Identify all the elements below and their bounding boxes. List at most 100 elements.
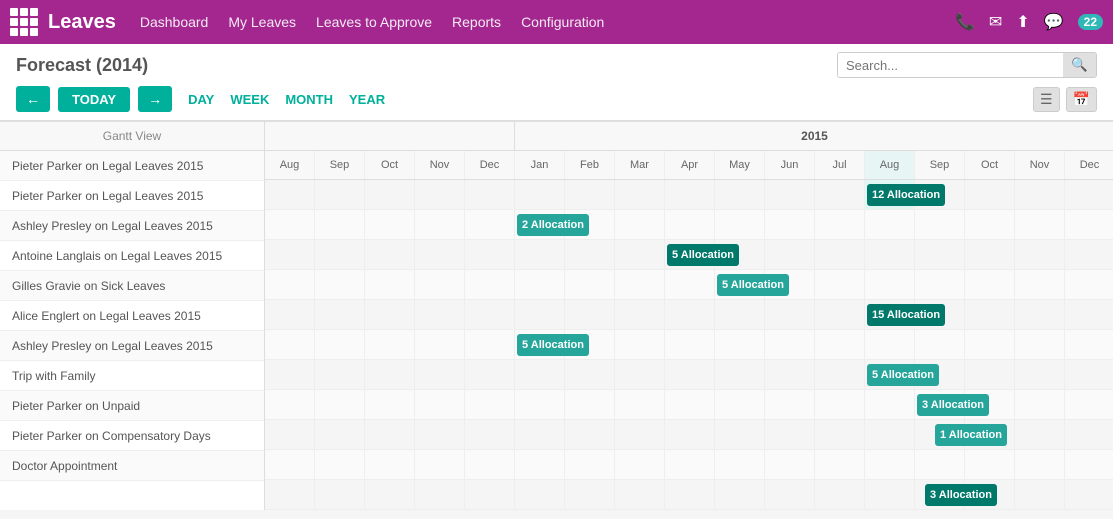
month-nov: Nov — [1015, 151, 1065, 179]
allocation-chip-1[interactable]: 2 Allocation — [517, 214, 589, 236]
prev-button[interactable]: ← — [16, 86, 50, 112]
month-dec: Dec — [1065, 151, 1113, 179]
subheader-top: Forecast (2014) 🔍 — [16, 52, 1097, 86]
calendar-view-button[interactable]: 📅 — [1066, 87, 1097, 112]
view-icons: ☰ 📅 — [1033, 87, 1097, 112]
gantt-wrapper: Gantt View Pieter Parker on Legal Leaves… — [0, 121, 1113, 510]
main-content: Gantt View Pieter Parker on Legal Leaves… — [0, 121, 1113, 510]
view-week[interactable]: WEEK — [230, 90, 269, 109]
navbar: Leaves Dashboard My Leaves Leaves to App… — [0, 0, 1113, 44]
navbar-actions: 📞 ✉ ⬆ 💬 22 — [955, 12, 1103, 32]
row-label-2: Ashley Presley on Legal Leaves 2015 — [12, 219, 213, 233]
gantt-data-row-10: 3 Allocation — [265, 480, 1113, 510]
month-aug: Aug — [865, 151, 915, 179]
app-logo: Leaves — [48, 11, 116, 34]
allocation-chip-0[interactable]: 12 Allocation — [867, 184, 945, 206]
allocation-chip-8[interactable]: 1 Allocation — [935, 424, 1007, 446]
gantt-row: Ashley Presley on Legal Leaves 2015 — [0, 211, 264, 241]
nav-dashboard[interactable]: Dashboard — [140, 14, 209, 30]
row-label-6: Ashley Presley on Legal Leaves 2015 — [12, 339, 213, 353]
next-button[interactable]: → — [138, 86, 172, 112]
row-label-10: Doctor Appointment — [12, 459, 117, 473]
month-aug-prev: Aug — [265, 151, 315, 179]
phone-icon[interactable]: 📞 — [955, 12, 975, 32]
search-button[interactable]: 🔍 — [1063, 53, 1096, 77]
gantt-row: Alice Englert on Legal Leaves 2015 — [0, 301, 264, 331]
allocation-chip-2[interactable]: 5 Allocation — [667, 244, 739, 266]
month-apr: Apr — [665, 151, 715, 179]
month-jul: Jul — [815, 151, 865, 179]
view-year[interactable]: YEAR — [349, 90, 385, 109]
allocation-chip-3[interactable]: 5 Allocation — [717, 274, 789, 296]
month-jun: Jun — [765, 151, 815, 179]
gantt-view-label: Gantt View — [0, 121, 264, 151]
month-oct: Oct — [965, 151, 1015, 179]
month-oct-prev: Oct — [365, 151, 415, 179]
row-label-8: Pieter Parker on Unpaid — [12, 399, 140, 413]
gantt-data-row-1: 2 Allocation — [265, 210, 1113, 240]
view-month[interactable]: MONTH — [285, 90, 333, 109]
gantt-row: Antoine Langlais on Legal Leaves 2015 — [0, 241, 264, 271]
row-label-0: Pieter Parker on Legal Leaves 2015 — [12, 159, 203, 173]
nav-leaves-to-approve[interactable]: Leaves to Approve — [316, 14, 432, 30]
allocation-chip-7[interactable]: 3 Allocation — [917, 394, 989, 416]
gantt-data-row-8: 1 Allocation — [265, 420, 1113, 450]
row-label-7: Trip with Family — [12, 369, 96, 383]
month-sep-prev: Sep — [315, 151, 365, 179]
gantt-data-row-6: 5 Allocation — [265, 360, 1113, 390]
row-label-1: Pieter Parker on Legal Leaves 2015 — [12, 189, 203, 203]
gantt-row: Pieter Parker on Legal Leaves 2015 — [0, 151, 264, 181]
search-input[interactable] — [838, 54, 1063, 77]
view-buttons: DAY WEEK MONTH YEAR — [188, 90, 385, 109]
allocation-chip-10[interactable]: 3 Allocation — [925, 484, 997, 506]
gantt-row: Pieter Parker on Unpaid — [0, 391, 264, 421]
month-may: May — [715, 151, 765, 179]
search-box: 🔍 — [837, 52, 1097, 78]
gantt-row: Pieter Parker on Compensatory Days — [0, 421, 264, 451]
row-label-9: Pieter Parker on Compensatory Days — [12, 429, 211, 443]
row-label-3: Antoine Langlais on Legal Leaves 2015 — [12, 249, 222, 263]
allocation-chip-5[interactable]: 5 Allocation — [517, 334, 589, 356]
month-feb: Feb — [565, 151, 615, 179]
month-mar: Mar — [615, 151, 665, 179]
gantt-data-row-9 — [265, 450, 1113, 480]
gantt-data-row-7: 3 Allocation — [265, 390, 1113, 420]
main-nav: Dashboard My Leaves Leaves to Approve Re… — [140, 14, 955, 30]
gantt-row: Ashley Presley on Legal Leaves 2015 — [0, 331, 264, 361]
gantt-row: Pieter Parker on Legal Leaves 2015 — [0, 181, 264, 211]
mail-icon[interactable]: ✉ — [989, 12, 1002, 32]
nav-configuration[interactable]: Configuration — [521, 14, 604, 30]
calendar-controls: ← TODAY → DAY WEEK MONTH YEAR ☰ 📅 — [16, 86, 1097, 120]
gantt-data-row-5: 5 Allocation — [265, 330, 1113, 360]
month-nov-prev: Nov — [415, 151, 465, 179]
allocation-chip-6[interactable]: 5 Allocation — [867, 364, 939, 386]
subheader: Forecast (2014) 🔍 ← TODAY → DAY WEEK MON… — [0, 44, 1113, 121]
page-title: Forecast (2014) — [16, 55, 148, 76]
gantt-data-row-3: 5 Allocation — [265, 270, 1113, 300]
gantt-left: Gantt View Pieter Parker on Legal Leaves… — [0, 121, 265, 510]
login-icon[interactable]: ⬆ — [1016, 12, 1029, 32]
nav-reports[interactable]: Reports — [452, 14, 501, 30]
list-view-button[interactable]: ☰ — [1033, 87, 1060, 112]
gantt-data-row-2: 5 Allocation — [265, 240, 1113, 270]
row-label-5: Alice Englert on Legal Leaves 2015 — [12, 309, 201, 323]
month-sep: Sep — [915, 151, 965, 179]
month-jan: Jan — [515, 151, 565, 179]
allocation-chip-4[interactable]: 15 Allocation — [867, 304, 945, 326]
gantt-data-row-4: 15 Allocation — [265, 300, 1113, 330]
gantt-row: Trip with Family — [0, 361, 264, 391]
year-2015-label: 2015 — [515, 122, 1113, 150]
grid-icon[interactable] — [10, 8, 38, 36]
nav-my-leaves[interactable]: My Leaves — [228, 14, 296, 30]
month-headers: Aug Sep Oct Nov Dec Jan Feb Mar Apr May … — [265, 151, 1113, 180]
chat-icon[interactable]: 💬 — [1044, 12, 1064, 32]
gantt-right: 2015 Aug Sep Oct Nov Dec Jan Feb Mar Apr… — [265, 121, 1113, 510]
row-label-4: Gilles Gravie on Sick Leaves — [12, 279, 165, 293]
month-dec-prev: Dec — [465, 151, 515, 179]
gantt-row: Doctor Appointment — [0, 451, 264, 481]
view-day[interactable]: DAY — [188, 90, 214, 109]
gantt-data-row-0: 12 Allocation — [265, 180, 1113, 210]
today-button[interactable]: TODAY — [58, 87, 130, 112]
gantt-row: Gilles Gravie on Sick Leaves — [0, 271, 264, 301]
notification-badge[interactable]: 22 — [1078, 14, 1103, 30]
